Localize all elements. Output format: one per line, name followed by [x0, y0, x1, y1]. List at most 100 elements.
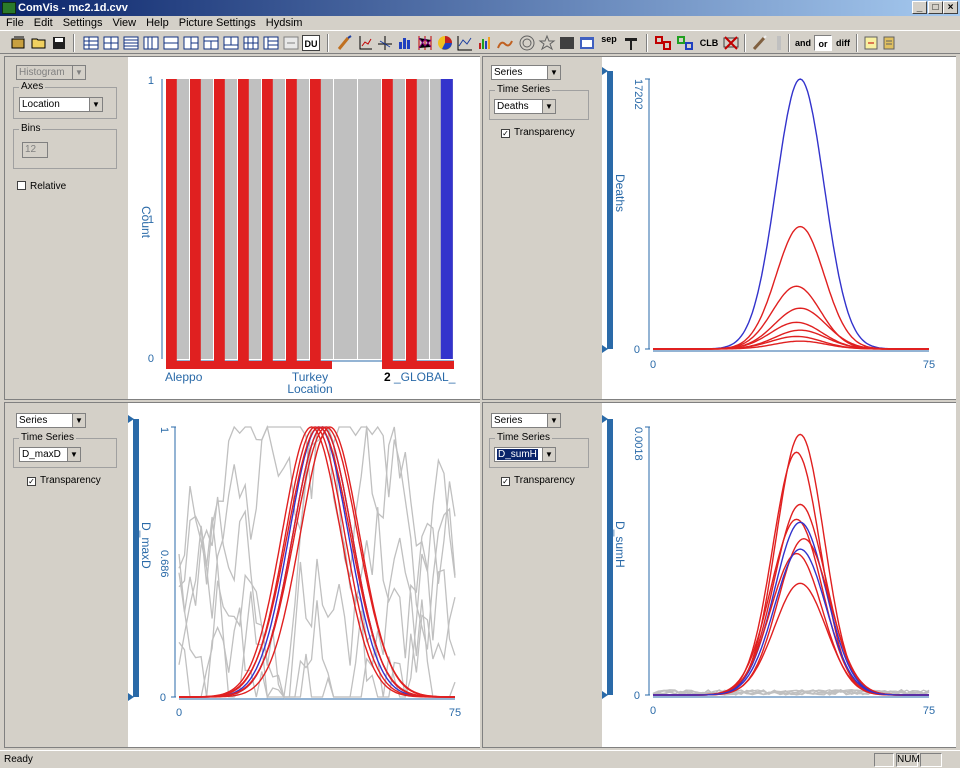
hammer-icon[interactable] — [622, 34, 640, 52]
minimize-button[interactable]: _ — [912, 1, 927, 14]
note-icon[interactable] — [862, 34, 880, 52]
view-type-value: Series — [494, 415, 523, 426]
view-cells-icon[interactable] — [242, 34, 260, 52]
time-series-select[interactable]: Deaths ▼ — [494, 99, 556, 114]
x-tick-label: 75 — [923, 359, 935, 371]
maximize-button[interactable]: □ — [928, 1, 943, 14]
view-list-icon[interactable] — [122, 34, 140, 52]
menu-view[interactable]: View — [106, 16, 140, 30]
red-squares-icon[interactable] — [654, 34, 672, 52]
transparency-checkbox[interactable]: ✓ Transparency — [501, 127, 575, 138]
brush-icon[interactable] — [336, 34, 354, 52]
relative-checkbox[interactable]: Relative — [17, 181, 66, 192]
y-tick-label: 0.0018 — [632, 427, 644, 461]
series-line-selected — [653, 518, 929, 696]
time-series-group: Time Series D_maxD ▼ — [13, 432, 117, 468]
maxd-plot[interactable]: 1 0.686 0 D_maxD 0 75 — [128, 403, 480, 747]
time-series-select[interactable]: D_maxD ▼ — [19, 447, 81, 462]
series-line-highlight — [653, 521, 929, 696]
menu-edit[interactable]: Edit — [28, 16, 57, 30]
series-line-highlight — [653, 548, 929, 696]
axes-select[interactable]: Location ▼ — [19, 97, 103, 112]
view-panels-icon[interactable] — [202, 34, 220, 52]
series-line-selected — [653, 582, 929, 696]
bins-field[interactable]: 12 — [22, 142, 48, 158]
series-line-selected — [653, 335, 929, 350]
deaths-plot[interactable]: 17202 0 Deaths 0 75 — [602, 57, 956, 399]
chevron-down-icon: ▼ — [547, 66, 560, 79]
transparency-checkbox[interactable]: ✓ Transparency — [27, 475, 101, 486]
view-columns-icon[interactable] — [142, 34, 160, 52]
menu-picture-settings[interactable]: Picture Settings — [173, 16, 260, 30]
time-series-select[interactable]: D_sumH ▼ — [494, 447, 556, 462]
map-icon[interactable] — [558, 34, 576, 52]
menu-file[interactable]: File — [0, 16, 28, 30]
wand-icon[interactable] — [750, 34, 768, 52]
menu-help[interactable]: Help — [140, 16, 173, 30]
window-icon[interactable] — [578, 34, 596, 52]
sumh-plot[interactable]: 0.0018 0 D_sumH 0 75 — [602, 403, 956, 747]
y-axis-label: D_maxD — [139, 522, 153, 569]
checkbox-box: ✓ — [501, 477, 510, 486]
axes-icon[interactable] — [356, 34, 374, 52]
status-panel-scrl — [920, 753, 942, 767]
maxd-control-panel: Series ▼ Time Series D_maxD ▼ ✓ Transparenc… — [5, 403, 127, 747]
status-panel-caps — [874, 753, 894, 767]
axis-bar — [607, 71, 613, 349]
area-chart-icon[interactable] — [476, 34, 494, 52]
axes-group: Axes Location ▼ — [13, 81, 117, 119]
view-grid-icon[interactable] — [102, 34, 120, 52]
view-stack-icon[interactable] — [262, 34, 280, 52]
view-rows-icon[interactable] — [182, 34, 200, 52]
view-link-icon[interactable] — [282, 34, 300, 52]
histogram-base-band — [166, 361, 332, 369]
view-split-icon[interactable] — [162, 34, 180, 52]
menu-settings[interactable]: Settings — [57, 16, 107, 30]
save-icon[interactable] — [50, 34, 68, 52]
x-tick-label: Aleppo — [165, 370, 203, 384]
parallel-coords-icon[interactable] — [416, 34, 434, 52]
view-type-select[interactable]: Histogram ▼ — [16, 65, 86, 80]
or-button[interactable]: or — [814, 35, 832, 51]
stack-icon[interactable] — [770, 34, 788, 52]
transparency-checkbox[interactable]: ✓ Transparency — [501, 475, 575, 486]
radial-icon[interactable] — [496, 34, 514, 52]
clear-icon[interactable]: CLB — [698, 35, 720, 51]
series-line-selected — [653, 329, 929, 350]
histogram-bar-selected — [166, 79, 177, 367]
view-type-select[interactable]: Series ▼ — [491, 65, 561, 80]
and-button[interactable]: and — [794, 35, 812, 51]
histogram-bar-selected — [286, 79, 297, 367]
heatmap-icon[interactable] — [538, 34, 556, 52]
sep-icon[interactable]: sep — [600, 35, 618, 51]
view-type-value: Histogram — [19, 67, 65, 78]
view-type-select[interactable]: Series ▼ — [491, 413, 561, 428]
histogram-bar-selected — [190, 79, 201, 367]
histogram-chart: 110CountAleppo Turkey _GLOBAL_2Location — [139, 75, 456, 396]
view-table-icon[interactable] — [82, 34, 100, 52]
y-axis-label: Count — [139, 206, 153, 239]
checkbox-box: ✓ — [501, 129, 510, 138]
menu-hydsim[interactable]: Hydsim — [260, 16, 307, 30]
histogram-plot[interactable]: 1 1 0 Count Aleppo Turkey _GLOBAL_ 2 Location — [128, 57, 480, 399]
pie-chart-icon[interactable] — [436, 34, 454, 52]
star-icon[interactable] — [518, 34, 536, 52]
delete-brush-icon[interactable] — [722, 34, 740, 52]
series-chart-icon[interactable] — [456, 34, 474, 52]
x-tick-label: 0 — [650, 359, 656, 371]
diff-button[interactable]: diff — [834, 35, 852, 51]
toolbar-separator — [744, 34, 746, 52]
bar-chart-icon[interactable] — [396, 34, 414, 52]
green-squares-icon[interactable] — [676, 34, 694, 52]
close-button[interactable]: × — [943, 1, 958, 14]
scatter-axes-icon[interactable] — [376, 34, 394, 52]
view-type-select[interactable]: Series ▼ — [16, 413, 86, 428]
open-folder-icon[interactable] — [30, 34, 48, 52]
histogram-bar-unselected — [334, 79, 357, 359]
window-stack-icon[interactable] — [880, 34, 898, 52]
du-view-icon[interactable]: DU — [302, 35, 320, 51]
open-workspace-icon[interactable] — [10, 34, 28, 52]
view-tiles-icon[interactable] — [222, 34, 240, 52]
histogram-base-band — [382, 361, 454, 369]
y-tick-label: 1 — [148, 75, 154, 87]
